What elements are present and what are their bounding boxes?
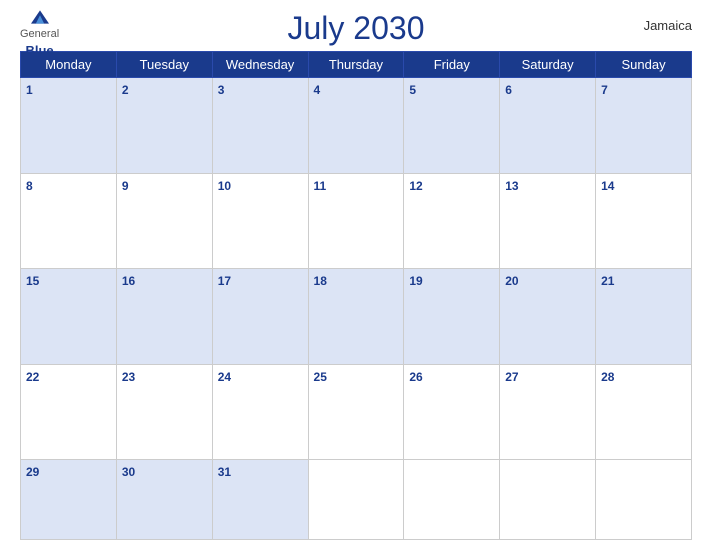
day-number: 30 — [122, 465, 135, 479]
table-row — [308, 460, 404, 540]
table-row: 30 — [116, 460, 212, 540]
table-row: 17 — [212, 269, 308, 365]
header-sunday: Sunday — [596, 52, 692, 78]
day-number: 2 — [122, 83, 129, 97]
header-tuesday: Tuesday — [116, 52, 212, 78]
table-row: 20 — [500, 269, 596, 365]
day-number: 26 — [409, 370, 422, 384]
day-number: 27 — [505, 370, 518, 384]
logo-general-text: General — [20, 28, 59, 40]
day-number: 7 — [601, 83, 608, 97]
day-number: 14 — [601, 179, 614, 193]
table-row: 19 — [404, 269, 500, 365]
table-row: 27 — [500, 364, 596, 460]
day-number: 20 — [505, 274, 518, 288]
table-row: 25 — [308, 364, 404, 460]
day-number: 12 — [409, 179, 422, 193]
calendar-week-row: 29 30 31 — [21, 460, 692, 540]
table-row: 10 — [212, 173, 308, 269]
header-thursday: Thursday — [308, 52, 404, 78]
table-row — [500, 460, 596, 540]
day-number: 15 — [26, 274, 39, 288]
day-number: 13 — [505, 179, 518, 193]
day-number: 4 — [314, 83, 321, 97]
weekday-header-row: Monday Tuesday Wednesday Thursday Friday… — [21, 52, 692, 78]
calendar-header: General Blue July 2030 Jamaica — [20, 10, 692, 47]
logo-blue-text: Blue — [25, 43, 53, 58]
day-number: 6 — [505, 83, 512, 97]
table-row: 29 — [21, 460, 117, 540]
day-number: 28 — [601, 370, 614, 384]
table-row: 28 — [596, 364, 692, 460]
table-row: 14 — [596, 173, 692, 269]
header-friday: Friday — [404, 52, 500, 78]
table-row — [596, 460, 692, 540]
day-number: 25 — [314, 370, 327, 384]
table-row: 21 — [596, 269, 692, 365]
day-number: 23 — [122, 370, 135, 384]
table-row: 8 — [21, 173, 117, 269]
table-row: 1 — [21, 78, 117, 174]
country-label: Jamaica — [644, 18, 692, 33]
day-number: 5 — [409, 83, 416, 97]
header-wednesday: Wednesday — [212, 52, 308, 78]
table-row: 15 — [21, 269, 117, 365]
calendar-table: Monday Tuesday Wednesday Thursday Friday… — [20, 51, 692, 540]
table-row: 26 — [404, 364, 500, 460]
table-row: 11 — [308, 173, 404, 269]
day-number: 9 — [122, 179, 129, 193]
calendar-week-row: 1 2 3 4 5 6 7 — [21, 78, 692, 174]
day-number: 10 — [218, 179, 231, 193]
table-row: 9 — [116, 173, 212, 269]
day-number: 1 — [26, 83, 33, 97]
table-row: 4 — [308, 78, 404, 174]
table-row: 3 — [212, 78, 308, 174]
table-row: 7 — [596, 78, 692, 174]
day-number: 22 — [26, 370, 39, 384]
table-row: 5 — [404, 78, 500, 174]
day-number: 24 — [218, 370, 231, 384]
day-number: 3 — [218, 83, 225, 97]
table-row: 2 — [116, 78, 212, 174]
logo: General Blue — [20, 10, 59, 60]
day-number: 31 — [218, 465, 231, 479]
table-row: 23 — [116, 364, 212, 460]
day-number: 17 — [218, 274, 231, 288]
table-row: 16 — [116, 269, 212, 365]
day-number: 18 — [314, 274, 327, 288]
day-number: 19 — [409, 274, 422, 288]
calendar-week-row: 15 16 17 18 19 20 21 — [21, 269, 692, 365]
table-row: 24 — [212, 364, 308, 460]
table-row: 13 — [500, 173, 596, 269]
day-number: 21 — [601, 274, 614, 288]
table-row — [404, 460, 500, 540]
day-number: 8 — [26, 179, 33, 193]
logo-icon — [31, 10, 49, 24]
day-number: 11 — [314, 179, 327, 193]
calendar-title: July 2030 — [288, 10, 425, 47]
header-saturday: Saturday — [500, 52, 596, 78]
table-row: 31 — [212, 460, 308, 540]
calendar-week-row: 8 9 10 11 12 13 14 — [21, 173, 692, 269]
day-number: 29 — [26, 465, 39, 479]
table-row: 12 — [404, 173, 500, 269]
table-row: 6 — [500, 78, 596, 174]
table-row: 18 — [308, 269, 404, 365]
calendar-week-row: 22 23 24 25 26 27 28 — [21, 364, 692, 460]
day-number: 16 — [122, 274, 135, 288]
table-row: 22 — [21, 364, 117, 460]
